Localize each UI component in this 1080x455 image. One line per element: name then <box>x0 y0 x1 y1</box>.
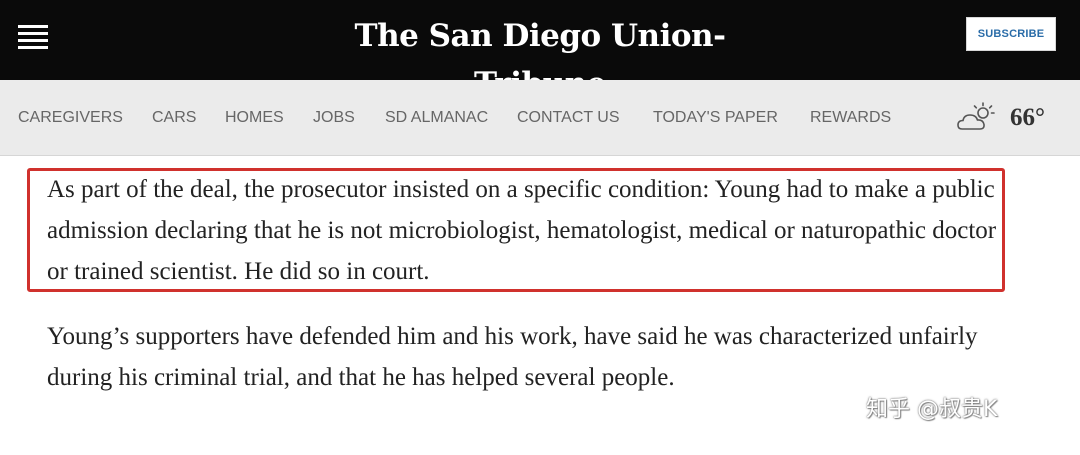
nav-item-sd-almanac[interactable]: SD ALMANAC <box>385 108 488 128</box>
article-paragraph-highlighted: As part of the deal, the prosecutor insi… <box>47 176 997 285</box>
section-nav: CAREGIVERS CARS HOMES JOBS SD ALMANAC CO… <box>0 80 1080 156</box>
nav-item-homes[interactable]: HOMES <box>225 108 284 128</box>
masthead: The San Diego Union-Tribune SUBSCRIBE <box>0 0 1080 102</box>
zhihu-watermark: 知乎 @叔贵K <box>866 397 998 422</box>
subscribe-button[interactable]: SUBSCRIBE <box>966 17 1056 51</box>
temperature-readout: 66° <box>1010 104 1045 131</box>
nav-item-jobs[interactable]: JOBS <box>313 108 355 128</box>
nav-item-cars[interactable]: CARS <box>152 108 196 128</box>
article-paragraph: Young’s supporters have defended him and… <box>47 323 978 391</box>
nav-item-todays-paper[interactable]: TODAY'S PAPER <box>653 108 778 128</box>
nav-item-rewards[interactable]: REWARDS <box>810 108 891 128</box>
nav-item-caregivers[interactable]: CAREGIVERS <box>18 108 123 128</box>
hamburger-menu-icon[interactable] <box>18 25 48 49</box>
nav-item-contact-us[interactable]: CONTACT US <box>517 108 620 128</box>
site-logo[interactable]: The San Diego Union-Tribune <box>330 12 750 102</box>
partly-cloudy-icon[interactable] <box>956 102 998 134</box>
